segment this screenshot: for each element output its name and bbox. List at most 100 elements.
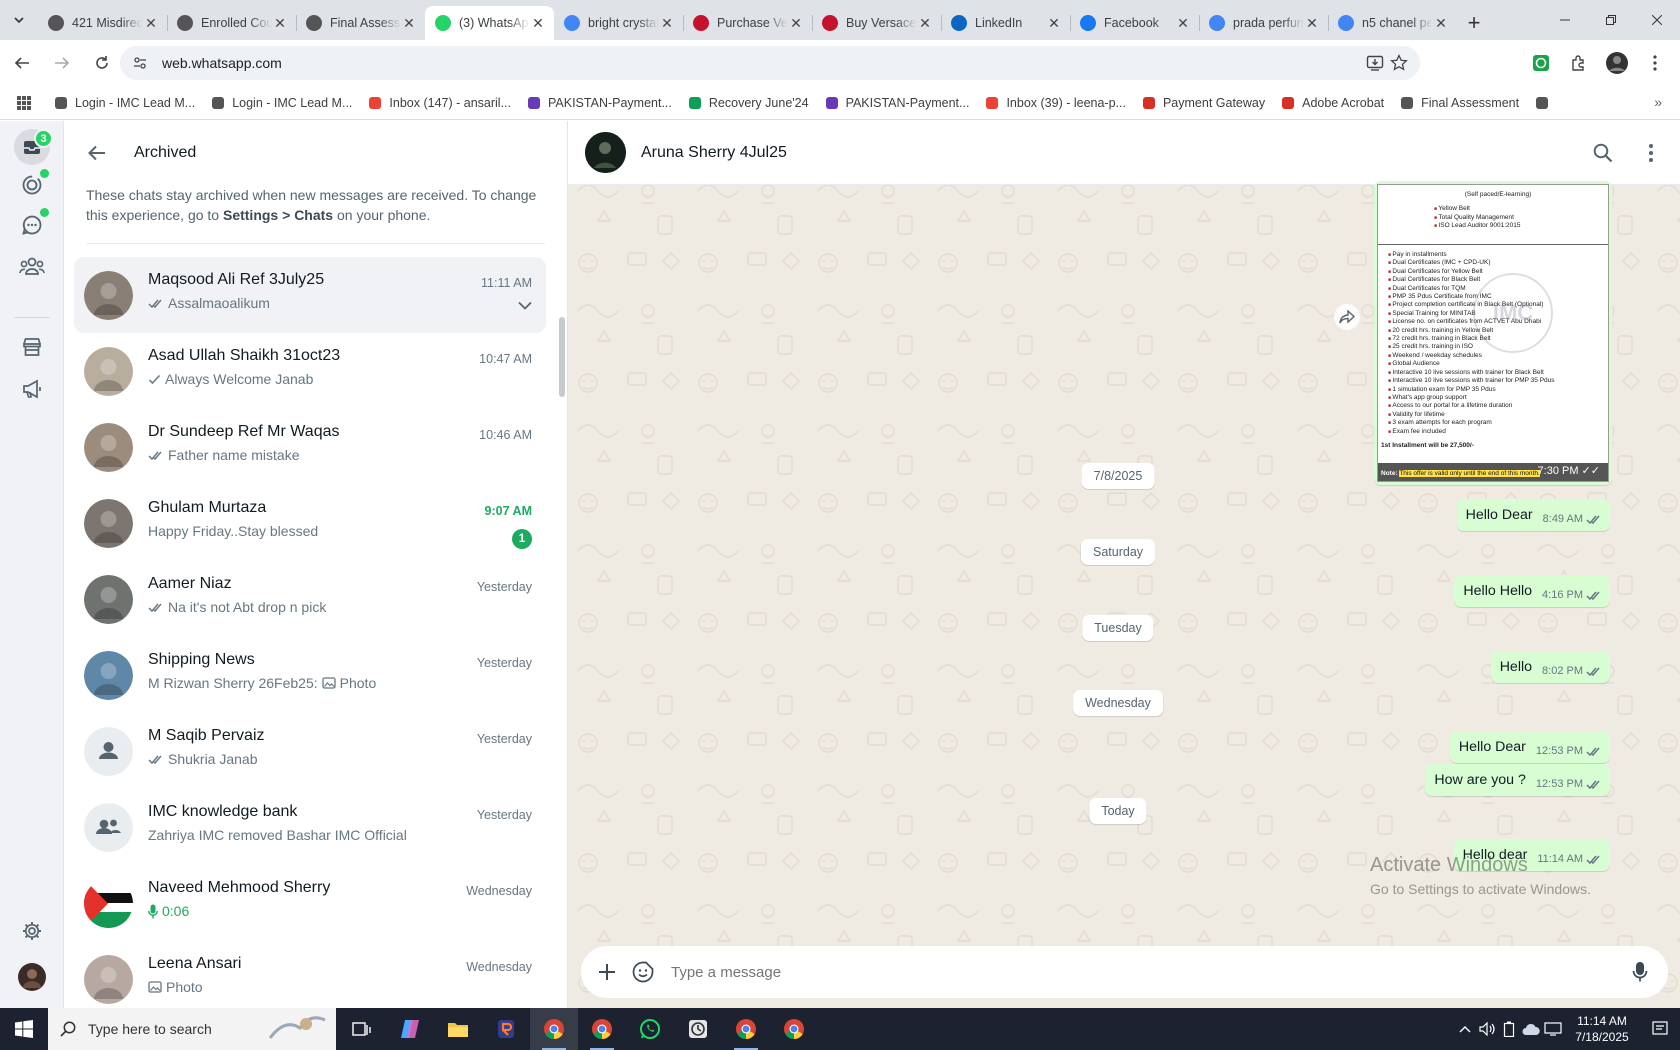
- forward-button[interactable]: [44, 45, 80, 81]
- chat-list-item[interactable]: Dr Sundeep Ref Mr Waqas 10:46 AM Father na…: [74, 409, 546, 485]
- bookmarks-overflow-button[interactable]: »: [1654, 94, 1662, 110]
- chat-menu-button[interactable]: [1636, 138, 1666, 168]
- bookmark-item[interactable]: PAKISTAN-Payment...: [817, 89, 978, 117]
- attach-button[interactable]: [589, 954, 625, 990]
- close-tab-icon[interactable]: ✕: [272, 15, 288, 31]
- settings-nav-button[interactable]: [14, 913, 50, 949]
- business-tools-button[interactable]: [14, 329, 50, 365]
- chat-list-scrollbar[interactable]: [559, 317, 565, 397]
- profile-nav-button[interactable]: [14, 959, 50, 995]
- bookmark-item[interactable]: [1527, 89, 1564, 117]
- close-tab-icon[interactable]: ✕: [143, 15, 159, 31]
- browser-tab[interactable]: LinkedIn ✕: [941, 6, 1070, 40]
- apps-button[interactable]: [16, 89, 46, 117]
- advertise-button[interactable]: [14, 371, 50, 407]
- chat-list-item[interactable]: Asad Ullah Shaikh 31oct23 10:47 AM Always …: [74, 333, 546, 409]
- close-tab-icon[interactable]: ✕: [1433, 15, 1449, 31]
- browser-tab[interactable]: Purchase Versace✕: [683, 6, 812, 40]
- browser-tab[interactable]: 421 Misdirected✕: [38, 6, 167, 40]
- browser-tab[interactable]: Final Assessment✕: [296, 6, 425, 40]
- chrome-taskbar-button[interactable]: [530, 1008, 578, 1050]
- address-bar[interactable]: web.whatsapp.com: [120, 46, 1420, 80]
- tab-search-button[interactable]: [0, 0, 38, 40]
- search-chat-button[interactable]: [1588, 138, 1618, 168]
- bookmark-item[interactable]: Login - IMC Lead M...: [203, 89, 360, 117]
- chat-list-item[interactable]: Shipping News Yesterday M Rizwan Sherry 26…: [74, 637, 546, 713]
- communities-nav-button[interactable]: [14, 248, 50, 284]
- voice-message-button[interactable]: [1622, 954, 1658, 990]
- contact-avatar[interactable]: [585, 132, 626, 173]
- chat-list-item[interactable]: IMC knowledge bank Yesterday Zahriya IMC r…: [74, 789, 546, 865]
- browser-tab[interactable]: (3) WhatsApp ✕: [425, 6, 554, 40]
- vpn-app-button[interactable]: [482, 1008, 530, 1050]
- bookmark-item[interactable]: PAKISTAN-Payment...: [519, 89, 680, 117]
- volume-button[interactable]: [1476, 1008, 1498, 1050]
- bookmark-item[interactable]: Inbox (147) - ansaril...: [360, 89, 519, 117]
- close-window-button[interactable]: [1634, 0, 1680, 40]
- chrome-profile-2-button[interactable]: [722, 1008, 770, 1050]
- bookmark-item[interactable]: Final Assessment: [1392, 89, 1527, 117]
- minimize-button[interactable]: [1542, 0, 1588, 40]
- bookmark-item[interactable]: Recovery June'24: [680, 89, 817, 117]
- extensions-menu-button[interactable]: [1562, 46, 1596, 80]
- new-tab-button[interactable]: +: [1457, 6, 1491, 40]
- timer-app-button[interactable]: [674, 1008, 722, 1050]
- taskbar-search-box[interactable]: Type here to search: [48, 1008, 336, 1050]
- browser-menu-button[interactable]: [1638, 46, 1672, 80]
- archived-back-button[interactable]: [82, 138, 112, 168]
- chat-list-item[interactable]: Aamer Niaz Yesterday Na it's not Abt drop …: [74, 561, 546, 637]
- copilot-button[interactable]: [386, 1008, 434, 1050]
- chat-options-chevron-icon[interactable]: [518, 301, 532, 310]
- chat-list-item[interactable]: Naveed Mehmood Sherry Wednesday 0:06: [74, 865, 546, 941]
- outgoing-message[interactable]: Hello 8:02 PM: [1490, 651, 1610, 683]
- image-message[interactable]: (Self paced/E-learning) Yellow BeltTotal…: [1374, 181, 1612, 485]
- bookmark-star-button[interactable]: [1390, 54, 1408, 72]
- chat-list-item[interactable]: Ghulam Murtaza 9:07 AM Happy Friday..Stay …: [74, 485, 546, 561]
- close-tab-icon[interactable]: ✕: [401, 15, 417, 31]
- forward-message-button[interactable]: [1334, 304, 1360, 330]
- task-view-button[interactable]: [338, 1008, 386, 1050]
- close-tab-icon[interactable]: ✕: [659, 15, 675, 31]
- site-info-icon[interactable]: [132, 55, 148, 71]
- chrome-profile-3-button[interactable]: [770, 1008, 818, 1050]
- chat-list-item[interactable]: Leena Ansari Wednesday Photo: [74, 941, 546, 1008]
- browser-tab[interactable]: prada perfume✕: [1199, 6, 1328, 40]
- back-button[interactable]: [4, 45, 40, 81]
- close-tab-icon[interactable]: ✕: [1175, 15, 1191, 31]
- browser-tab[interactable]: n5 chanel perfume✕: [1328, 6, 1457, 40]
- chat-list-item[interactable]: M Saqib Pervaiz Yesterday Shukria Janab: [74, 713, 546, 789]
- emoji-sticker-button[interactable]: [625, 954, 661, 990]
- network-button[interactable]: [1542, 1008, 1564, 1050]
- chrome-profile-button[interactable]: [578, 1008, 626, 1050]
- message-input[interactable]: [671, 963, 1622, 981]
- close-tab-icon[interactable]: ✕: [917, 15, 933, 31]
- profile-button[interactable]: [1600, 46, 1634, 80]
- taskbar-clock[interactable]: 11:14 AM 7/18/2025: [1564, 1013, 1640, 1045]
- extension-button[interactable]: [1524, 46, 1558, 80]
- file-explorer-button[interactable]: [434, 1008, 482, 1050]
- bookmark-item[interactable]: Login - IMC Lead M...: [46, 89, 203, 117]
- bookmark-item[interactable]: Adobe Acrobat: [1273, 89, 1392, 117]
- show-hidden-icons-button[interactable]: [1454, 1008, 1476, 1050]
- chat-list-item[interactable]: Maqsood Ali Ref 3July25 11:11 AM Assalmaoa…: [74, 257, 546, 333]
- close-tab-icon[interactable]: ✕: [1304, 15, 1320, 31]
- close-tab-icon[interactable]: ✕: [1046, 15, 1062, 31]
- weather-button[interactable]: [1520, 1008, 1542, 1050]
- reload-button[interactable]: [84, 45, 120, 81]
- notifications-button[interactable]: [1640, 1008, 1680, 1050]
- whatsapp-taskbar-button[interactable]: [626, 1008, 674, 1050]
- bookmark-item[interactable]: Inbox (39) - leena-p...: [977, 89, 1134, 117]
- browser-tab[interactable]: bright crystal ✕: [554, 6, 683, 40]
- install-app-button[interactable]: [1366, 54, 1384, 72]
- outgoing-message[interactable]: Hello Dear 12:53 PM: [1449, 731, 1610, 763]
- browser-tab[interactable]: Facebook ✕: [1070, 6, 1199, 40]
- bookmark-item[interactable]: Payment Gateway: [1134, 89, 1273, 117]
- restore-button[interactable]: [1588, 0, 1634, 40]
- conversation-header[interactable]: Aruna Sherry 4Jul25: [568, 121, 1680, 185]
- outgoing-message[interactable]: Hello Hello 4:16 PM: [1454, 575, 1610, 607]
- outgoing-message[interactable]: How are you ? 12:53 PM: [1425, 764, 1610, 796]
- close-tab-icon[interactable]: ✕: [788, 15, 804, 31]
- browser-tab[interactable]: Enrolled Courses✕: [167, 6, 296, 40]
- browser-tab[interactable]: Buy Versace ✕: [812, 6, 941, 40]
- battery-button[interactable]: [1498, 1008, 1520, 1050]
